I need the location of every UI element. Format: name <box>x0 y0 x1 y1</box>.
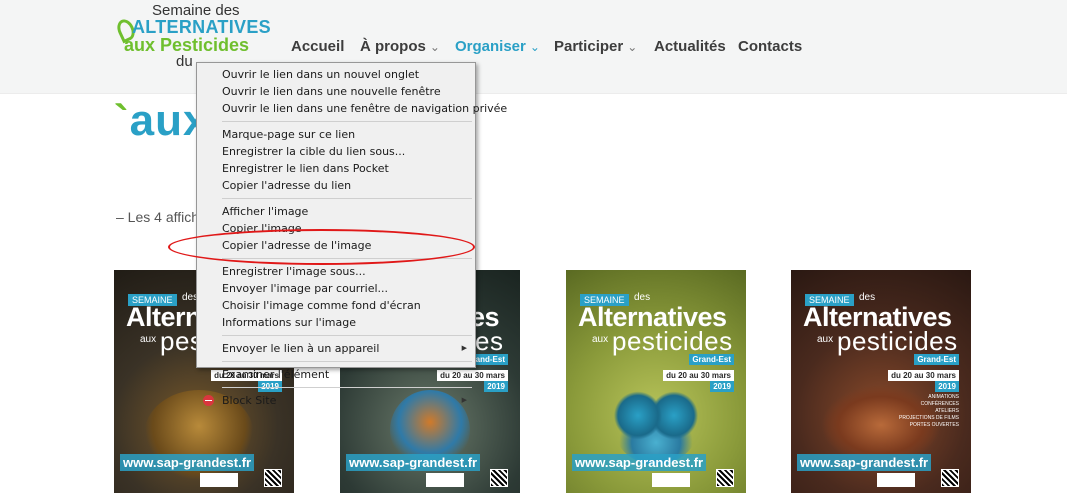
qr-code-icon <box>716 469 734 487</box>
nav-item-contacts[interactable]: Contacts <box>738 38 802 55</box>
submenu-arrow-icon: ▶ <box>461 396 467 404</box>
poster-subtitle: pesticides <box>612 326 733 356</box>
context-menu-item-label: Marque-page sur ce lien <box>222 128 356 141</box>
poster-url: www.sap-grandest.fr <box>346 454 481 471</box>
page: Semaine des ALTERNATIVES aux Pesticides … <box>0 0 1067 493</box>
poster-url: www.sap-grandest.fr <box>572 454 707 471</box>
nav-label: À propos <box>360 38 426 55</box>
context-menu-separator <box>222 121 472 122</box>
submenu-arrow-icon: ▶ <box>461 344 467 352</box>
context-menu-item[interactable]: Enregistrer l'image sous... <box>197 263 475 280</box>
poster-aux: aux <box>592 334 609 345</box>
nav-item-participer[interactable]: Participer ⌄ <box>554 38 637 55</box>
context-menu-item[interactable]: Copier l'adresse du lien <box>197 177 475 194</box>
nav-item-actualites[interactable]: Actualités <box>654 38 726 55</box>
nav-label: Participer <box>554 38 624 55</box>
context-menu-item-label: Afficher l'image <box>222 205 309 218</box>
poster-mini-logo <box>200 473 238 487</box>
context-menu-item[interactable]: Ouvrir le lien dans une fenêtre de navig… <box>197 100 507 117</box>
block-site-icon <box>203 395 214 406</box>
logo-line-4: du <box>176 53 193 70</box>
context-menu-item[interactable]: Marque-page sur ce lien <box>197 126 475 143</box>
context-menu-item[interactable]: Informations sur l'image <box>197 314 475 331</box>
context-menu-item-label: Enregistrer la cible du lien sous... <box>222 145 406 158</box>
poster-region: Grand-Est <box>689 354 734 365</box>
highlight-ellipse <box>168 229 475 265</box>
context-menu-item[interactable]: Examiner l'élément <box>197 366 475 383</box>
poster-url: www.sap-grandest.fr <box>120 454 255 471</box>
nav-item-a-propos[interactable]: À propos ⌄ <box>360 38 440 55</box>
context-menu-item[interactable]: Ouvrir le lien dans une nouvelle fenêtre <box>197 83 475 100</box>
context-menu-item-label: Ouvrir le lien dans une fenêtre de navig… <box>222 102 508 115</box>
qr-code-icon <box>941 469 959 487</box>
poster-image[interactable]: SEMAINE des Alternatives aux pesticides … <box>566 270 746 493</box>
poster-year: 2019 <box>484 381 508 392</box>
poster-aux: aux <box>817 334 834 345</box>
context-menu-item[interactable]: Block Site ▶ <box>197 392 475 409</box>
context-menu-item[interactable]: Afficher l'image <box>197 203 475 220</box>
context-menu-separator <box>222 335 472 336</box>
poster-dates: du 20 au 30 mars <box>663 370 734 381</box>
poster-subject <box>611 375 701 465</box>
context-menu-item-label: Ouvrir le lien dans un nouvel onglet <box>222 68 420 81</box>
heading-tick: ` <box>114 96 130 145</box>
poster-year: 2019 <box>710 381 734 392</box>
context-menu-item-label: Choisir l'image comme fond d'écran <box>222 299 421 312</box>
context-menu-item-label: Ouvrir le lien dans une nouvelle fenêtre <box>222 85 441 98</box>
qr-code-icon <box>490 469 508 487</box>
nav-item-accueil[interactable]: Accueil <box>291 38 344 55</box>
context-menu-item-label: Enregistrer le lien dans Pocket <box>222 162 389 175</box>
context-menu-item-label: Envoyer l'image par courriel... <box>222 282 389 295</box>
poster-dates: du 20 au 30 mars <box>888 370 959 381</box>
poster-subtitle: pesticides <box>837 326 958 356</box>
context-menu-item-label: Block Site <box>222 394 277 407</box>
poster-events: ANIMATIONS CONFÉRENCES ATELIERS PROJECTI… <box>898 394 959 428</box>
context-menu-item[interactable]: Enregistrer la cible du lien sous... <box>197 143 475 160</box>
poster-mini-logo <box>426 473 464 487</box>
context-menu-item-label: Envoyer le lien à un appareil <box>222 342 380 355</box>
nav-label: Contacts <box>738 38 803 55</box>
chevron-down-icon: ⌄ <box>529 40 540 54</box>
nav-label: Accueil <box>291 38 345 55</box>
chevron-down-icon: ⌄ <box>429 40 440 54</box>
poster-mini-logo <box>652 473 690 487</box>
context-menu-separator <box>222 361 472 362</box>
poster-mini-logo <box>877 473 915 487</box>
poster-region: Grand-Est <box>914 354 959 365</box>
context-menu-item[interactable]: Ouvrir le lien dans un nouvel onglet <box>197 66 475 83</box>
context-menu-item[interactable]: Envoyer le lien à un appareil ▶ <box>197 340 475 357</box>
context-menu-item-label: Enregistrer l'image sous... <box>222 265 366 278</box>
context-menu-item-label: Informations sur l'image <box>222 316 356 329</box>
qr-code-icon <box>264 469 282 487</box>
context-menu-item[interactable]: Choisir l'image comme fond d'écran <box>197 297 475 314</box>
context-menu-item-label: Examiner l'élément <box>222 368 330 381</box>
poster-year: 2019 <box>935 381 959 392</box>
context-menu-separator <box>222 198 472 199</box>
chevron-down-icon: ⌄ <box>627 40 638 54</box>
nav-label: Organiser <box>455 38 526 55</box>
nav-item-organiser[interactable]: Organiser ⌄ <box>455 38 540 55</box>
site-header: Semaine des ALTERNATIVES aux Pesticides … <box>0 0 1067 94</box>
poster-url: www.sap-grandest.fr <box>797 454 932 471</box>
poster-image[interactable]: SEMAINE des Alternatives aux pesticides … <box>791 270 971 493</box>
context-menu-item[interactable]: Envoyer l'image par courriel... <box>197 280 475 297</box>
poster-aux: aux <box>140 334 157 345</box>
context-menu-item-label: Copier l'adresse du lien <box>222 179 352 192</box>
context-menu-separator <box>222 387 472 388</box>
context-menu: Ouvrir le lien dans un nouvel onglet Ouvr… <box>196 62 507 407</box>
nav-label: Actualités <box>654 38 726 55</box>
page-heading: `aux <box>114 96 208 146</box>
poster-subtitle: es <box>475 326 504 356</box>
context-menu-item[interactable]: Enregistrer le lien dans Pocket <box>197 160 475 177</box>
